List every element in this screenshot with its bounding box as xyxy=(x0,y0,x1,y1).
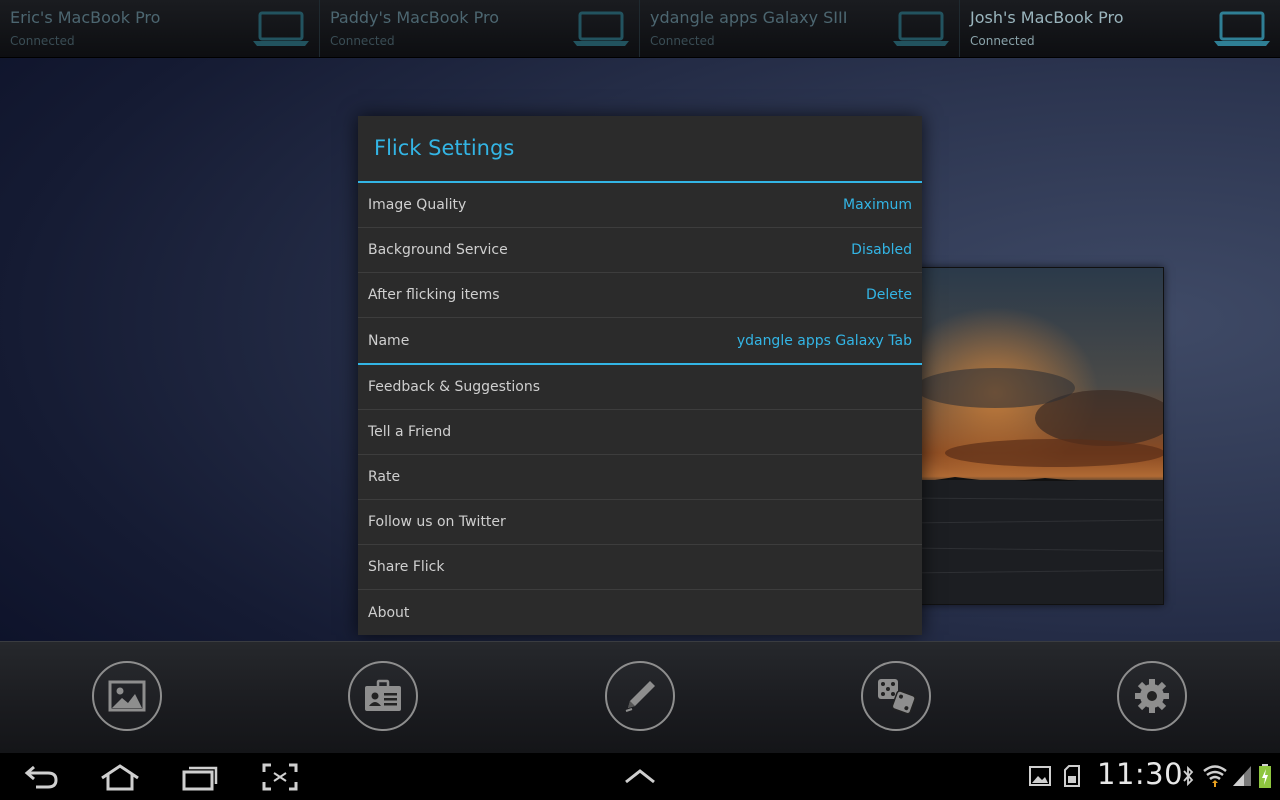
sd-card-icon[interactable] xyxy=(1064,765,1080,787)
menu-item-label: About xyxy=(368,604,410,621)
menu-item-share[interactable]: Share Flick xyxy=(358,545,922,590)
screenshot-icon[interactable] xyxy=(262,763,298,791)
menu-item-rate[interactable]: Rate xyxy=(358,455,922,500)
setting-value: ydangle apps Galaxy Tab xyxy=(736,332,912,349)
gallery-button[interactable] xyxy=(92,661,162,731)
pen-icon xyxy=(625,681,655,712)
dialog-title: Flick Settings xyxy=(358,116,922,183)
laptop-icon xyxy=(893,11,949,46)
contacts-card-icon xyxy=(365,679,401,711)
contacts-button[interactable] xyxy=(348,661,418,731)
signal-icon xyxy=(1233,766,1251,786)
system-nav-bar: 11:30 xyxy=(0,753,1280,800)
device-status: Connected xyxy=(650,34,715,48)
status-clock: 11:30 xyxy=(1097,757,1184,791)
settings-button[interactable] xyxy=(1117,661,1187,731)
recent-apps-icon[interactable] xyxy=(182,763,218,791)
games-button[interactable] xyxy=(861,661,931,731)
setting-label: After flicking items xyxy=(368,287,500,303)
setting-value: Maximum xyxy=(843,197,912,213)
laptop-icon xyxy=(573,11,629,46)
setting-background-service[interactable]: Background Service Disabled xyxy=(358,228,922,273)
menu-item-twitter[interactable]: Follow us on Twitter xyxy=(358,500,922,545)
dice-icon xyxy=(878,679,916,715)
setting-after-flicking[interactable]: After flicking items Delete xyxy=(358,273,922,318)
menu-item-tell-friend[interactable]: Tell a Friend xyxy=(358,410,922,455)
device-status: Connected xyxy=(970,34,1035,48)
menu-item-label: Follow us on Twitter xyxy=(368,514,506,530)
device-tab-1[interactable]: Eric's MacBook Pro Connected xyxy=(0,0,320,57)
setting-value: Delete xyxy=(866,287,912,303)
menu-item-label: Share Flick xyxy=(368,559,445,575)
device-status: Connected xyxy=(10,34,75,48)
device-tab-2[interactable]: Paddy's MacBook Pro Connected xyxy=(320,0,640,57)
device-tab-3[interactable]: ydangle apps Galaxy SIII Connected xyxy=(640,0,960,57)
setting-image-quality[interactable]: Image Quality Maximum xyxy=(358,183,922,228)
menu-item-feedback[interactable]: Feedback & Suggestions xyxy=(358,365,922,410)
device-tab-4[interactable]: Josh's MacBook Pro Connected xyxy=(960,0,1280,57)
device-name: Eric's MacBook Pro xyxy=(10,8,161,27)
chevron-up-icon[interactable] xyxy=(624,767,656,785)
device-status: Connected xyxy=(330,34,395,48)
action-bar xyxy=(0,641,1280,754)
setting-label: Image Quality xyxy=(368,197,467,213)
home-icon[interactable] xyxy=(100,763,140,791)
battery-charging-icon xyxy=(1259,764,1271,788)
setting-value: Disabled xyxy=(851,242,912,258)
settings-dialog: Flick Settings Image Quality Maximum Bac… xyxy=(358,116,922,635)
laptop-icon xyxy=(253,11,309,46)
laptop-icon xyxy=(1214,11,1270,46)
setting-label: Name xyxy=(368,332,410,349)
menu-item-label: Rate xyxy=(368,469,401,485)
sunset-image xyxy=(905,268,1163,604)
wifi-icon xyxy=(1203,765,1227,787)
menu-item-label: Tell a Friend xyxy=(368,424,452,440)
bluetooth-icon xyxy=(1183,765,1194,787)
gear-icon xyxy=(1135,679,1169,713)
device-bar: Eric's MacBook Pro Connected Paddy's Mac… xyxy=(0,0,1280,58)
gallery-notification-icon[interactable] xyxy=(1029,766,1051,786)
setting-name[interactable]: Name ydangle apps Galaxy Tab xyxy=(358,318,922,365)
menu-item-about[interactable]: About xyxy=(358,590,922,635)
gallery-icon xyxy=(108,680,146,712)
setting-label: Background Service xyxy=(368,242,508,258)
menu-item-label: Feedback & Suggestions xyxy=(368,379,541,395)
device-name: Josh's MacBook Pro xyxy=(970,8,1124,27)
device-name: Paddy's MacBook Pro xyxy=(330,8,500,27)
back-icon[interactable] xyxy=(24,763,60,791)
shared-photo[interactable] xyxy=(904,267,1164,605)
draw-button[interactable] xyxy=(605,661,675,731)
device-name: ydangle apps Galaxy SIII xyxy=(650,8,848,27)
